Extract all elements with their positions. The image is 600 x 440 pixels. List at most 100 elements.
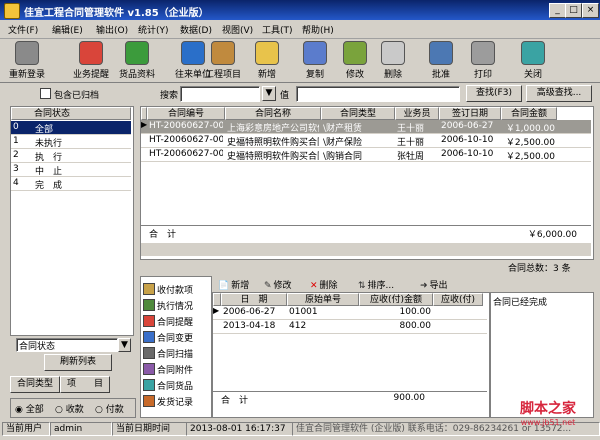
menu-help[interactable]: 帮助(H) (302, 23, 334, 36)
payment-toolbar-label: 删除 (319, 281, 338, 291)
reminder-icon (79, 41, 103, 65)
side-nav-item[interactable]: 合同货品 (143, 377, 209, 393)
payment-toolbar-button[interactable]: ✎ 修改 (264, 278, 292, 291)
table-cell: \财产租赁 (323, 124, 363, 134)
payment-toolbar-button[interactable]: 📄 新增 (218, 278, 249, 291)
menu-tools[interactable]: 工具(T) (262, 23, 293, 36)
side-nav-item[interactable]: 合同提醒 (143, 313, 209, 329)
advanced-find-button[interactable]: 高级查找... (526, 85, 592, 102)
table-cell: 史福特照明软件购买合同 (227, 138, 319, 148)
status-list-item[interactable]: 2 执 行 (11, 149, 131, 163)
toolbar-button-11[interactable]: 关闭 (508, 40, 558, 80)
payment-toolbar-button[interactable]: ⇅ 排序... (358, 278, 394, 291)
payment-toolbar-label: 新增 (231, 281, 250, 291)
refresh-list-button[interactable]: 刷新列表 (44, 354, 112, 371)
menu-output[interactable]: 输出(O) (96, 23, 128, 36)
toolbar-button-1[interactable]: 业务提醒 (66, 40, 116, 80)
payments-total-row: 合 计 900.00 (213, 391, 487, 406)
column-header[interactable]: 签订日期 (439, 107, 501, 120)
payment-toolbar-button[interactable]: ➜ 导出 (420, 278, 448, 291)
table-cell: HT-20060627-004 (149, 135, 223, 145)
copy-icon (303, 41, 327, 65)
side-nav-label: 发货记录 (157, 398, 194, 408)
table-cell: HT-20060627-001 (149, 121, 223, 131)
side-nav-item[interactable]: 执行情况 (143, 297, 209, 313)
table-cell: ￥1,000.00 (505, 124, 555, 134)
side-nav-item[interactable]: 收付款项 (143, 281, 209, 297)
side-nav-label: 合同变更 (157, 334, 194, 344)
add-icon: 📄 (218, 281, 230, 291)
close-window-button[interactable]: × (582, 3, 599, 18)
export-icon: ➜ (420, 281, 428, 291)
toolbar-button-8[interactable]: 删除 (368, 40, 418, 80)
search-field-select[interactable] (180, 86, 260, 102)
table-cell: 2006-06-27 (223, 307, 276, 317)
status-list-item[interactable]: 0 全部 (11, 121, 131, 135)
menu-file[interactable]: 文件(F) (8, 23, 38, 36)
tab-contract-type[interactable]: 合同类型 (10, 376, 60, 393)
detail-side-nav: 收付款项 执行情况合同提醒合同变更 合同扫描 合同附件 合同货品发货记录 (140, 276, 212, 418)
table-cell: ￥2,500.00 (505, 138, 555, 148)
toolbar-button-5[interactable]: 新增 (242, 40, 292, 80)
find-button[interactable]: 查找(F3) (466, 85, 522, 102)
nav-item-icon (143, 283, 155, 295)
search-value-input[interactable] (296, 86, 460, 102)
menu-data[interactable]: 数据(D) (180, 23, 212, 36)
status-label: 执 行 (35, 153, 63, 163)
payment-toolbar-button[interactable]: ✕ 删除 (310, 278, 338, 291)
table-row[interactable]: ▶ HT-20060627-001 上海彩意房地产公司软件 \财产租赁 王十丽 2006-… (141, 120, 591, 134)
nav-item-icon (143, 299, 155, 311)
toolbar-button-4[interactable]: 工程项目 (198, 40, 248, 80)
table-row[interactable]: HT-20060627-004 史福特照明软件购买合同 \财产保险 王十丽 2006-1… (141, 134, 591, 148)
menu-view[interactable]: 视图(V) (222, 23, 253, 36)
side-nav-item[interactable]: 合同扫描 (143, 345, 209, 361)
column-header[interactable]: 业务员 (395, 107, 439, 120)
column-header[interactable]: 应收(付)金额 (359, 293, 433, 306)
toolbar-button-10[interactable]: 打印 (458, 40, 508, 80)
status-select[interactable]: 合同状态 (16, 338, 118, 352)
column-header[interactable]: 合同名称 (225, 107, 321, 120)
side-nav-item[interactable]: 合同附件 (143, 361, 209, 377)
toolbar-label: 工程项目 (204, 70, 241, 80)
side-nav-item[interactable]: 合同变更 (143, 329, 209, 345)
column-header[interactable]: 日 期 (221, 293, 287, 306)
table-row[interactable]: HT-20060627-003 史福特照明软件购买合同 \购销合同 张牡周 2006-1… (141, 148, 591, 162)
chevron-down-icon[interactable]: ▼ (118, 338, 131, 352)
status-id: 0 (13, 122, 19, 132)
chevron-down-icon[interactable]: ▼ (262, 86, 276, 101)
column-header[interactable]: 合同金额 (501, 107, 557, 120)
payment-toolbar: 📄 新增 ✎ 修改 ✕ 删除 ⇅ 排序... ➜ 导出 (212, 276, 488, 292)
maximize-button[interactable]: □ (565, 3, 582, 18)
side-nav-item[interactable]: 发货记录 (143, 393, 209, 409)
menu-edit[interactable]: 编辑(E) (52, 23, 83, 36)
table-row[interactable]: ▶ 2006-06-27 01001 100.00 (213, 306, 487, 320)
radio-pay[interactable]: ○ 付款 (95, 402, 124, 415)
toolbar-button-0[interactable]: 重新登录 (2, 40, 52, 80)
table-cell: 100.00 (399, 307, 432, 317)
time-label: 当前日期时间 (112, 422, 188, 436)
toolbar-label: 新增 (257, 70, 276, 80)
status-list-header: 合同状态 (11, 107, 131, 120)
column-header[interactable]: 合同编号 (147, 107, 225, 120)
table-cell: 2006-10-10 (441, 149, 494, 159)
status-list-item[interactable]: 4 完 成 (11, 177, 131, 191)
nav-item-icon (143, 315, 155, 327)
status-label: 完 成 (35, 181, 63, 191)
table-row[interactable]: 2013-04-18 412 800.00 (213, 320, 487, 334)
toolbar-label: 关闭 (523, 70, 542, 80)
radio-receive[interactable]: ○ 收款 (55, 402, 84, 415)
horizontal-scrollbar[interactable] (141, 243, 591, 256)
column-header[interactable]: 合同类型 (321, 107, 395, 120)
payment-toolbar-label: 排序... (367, 281, 395, 291)
status-list-item[interactable]: 3 中 止 (11, 163, 131, 177)
side-nav-label: 合同提醒 (157, 318, 194, 328)
archive-checkbox[interactable] (40, 88, 51, 99)
menu-statistics[interactable]: 统计(Y) (138, 23, 169, 36)
radio-all[interactable]: ◉ 全部 (15, 402, 44, 415)
tab-project[interactable]: 项 目 (60, 376, 110, 393)
status-list-item[interactable]: 1 未执行 (11, 135, 131, 149)
column-header[interactable]: 原始单号 (287, 293, 359, 306)
column-header[interactable]: 应收(付) (433, 293, 483, 306)
minimize-button[interactable]: _ (549, 3, 566, 18)
toolbar-button-2[interactable]: 货品资料 (112, 40, 162, 80)
